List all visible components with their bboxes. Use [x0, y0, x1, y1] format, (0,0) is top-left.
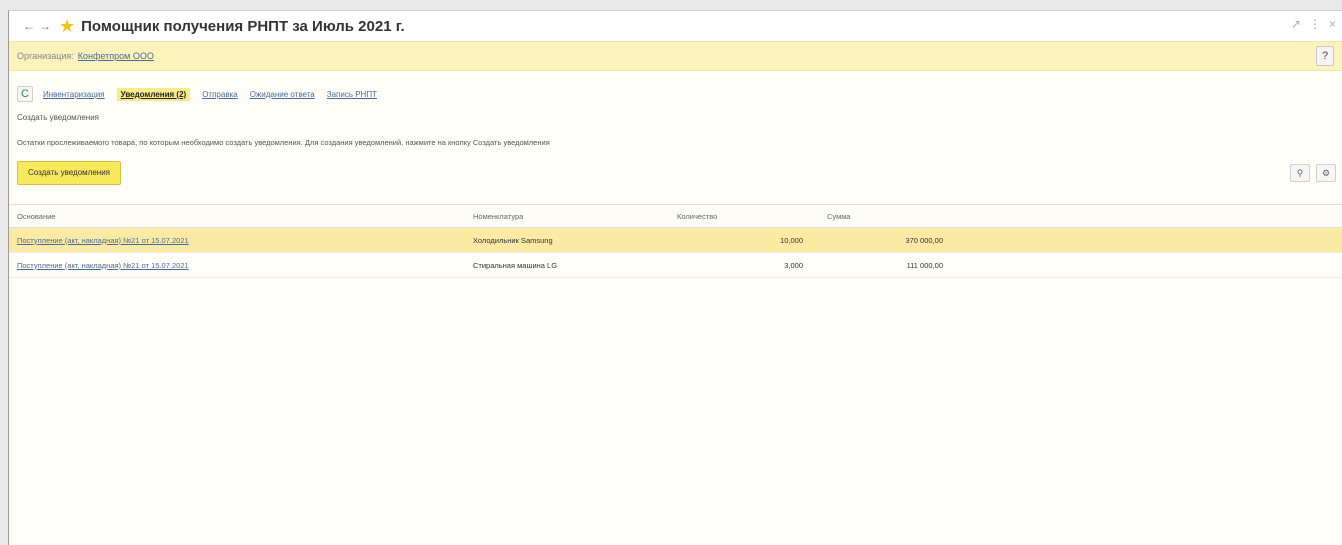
toolbar-icons: ⚲ ⚙ — [1290, 164, 1336, 182]
toolbar: Создать уведомления ⚲ ⚙ — [9, 161, 1342, 187]
basis-document-link[interactable]: Поступление (акт, накладная) №21 от 15.0… — [17, 261, 189, 270]
item-cell: Стиральная машина LG — [473, 260, 558, 270]
title-bar: ← → ★ Помощник получения РНПТ за Июль 20… — [9, 11, 1342, 41]
table-row[interactable]: Поступление (акт, накладная) №21 от 15.0… — [9, 228, 1342, 253]
item-cell: Холодильник Samsung — [473, 235, 553, 245]
tab-inventory[interactable]: Инвентаризация — [43, 90, 105, 99]
link-icon[interactable]: ↗ — [1291, 17, 1301, 31]
favorite-star-icon[interactable]: ★ — [59, 17, 75, 35]
organization-label: Организация: — [17, 51, 74, 61]
organization-bar: Организация: Конфетпром ООО ? — [9, 41, 1342, 71]
tab-awaiting-response[interactable]: Ожидание ответа — [250, 90, 315, 99]
window-title: Помощник получения РНПТ за Июль 2021 г. — [81, 17, 405, 35]
settings-icon[interactable]: ⚙ — [1316, 164, 1336, 182]
tab-record-rnpt[interactable]: Запись РНПТ — [327, 90, 377, 99]
main-window: ← → ★ Помощник получения РНПТ за Июль 20… — [8, 10, 1342, 545]
quantity-cell: 10,000 — [780, 235, 803, 245]
close-icon[interactable]: × — [1329, 17, 1336, 31]
help-button[interactable]: ? — [1316, 46, 1334, 66]
section-heading: Создать уведомления — [17, 113, 100, 122]
refresh-icon[interactable]: C — [17, 86, 33, 102]
more-icon[interactable]: ⋮ — [1309, 17, 1321, 31]
column-header-sum[interactable]: Сумма — [817, 212, 947, 221]
forward-arrow-icon[interactable]: → — [37, 19, 53, 33]
create-notifications-button[interactable]: Создать уведомления — [17, 161, 122, 185]
search-icon[interactable]: ⚲ — [1290, 164, 1310, 182]
tab-sending[interactable]: Отправка — [202, 90, 238, 99]
basis-document-link[interactable]: Поступление (акт, накладная) №21 от 15.0… — [17, 236, 189, 245]
section-description: Остатки прослеживаемого товара, по котор… — [17, 138, 550, 147]
organization-link[interactable]: Конфетпром ООО — [78, 51, 154, 61]
tab-notifications[interactable]: Уведомления (2) — [116, 87, 191, 101]
notifications-table: Основание Номенклатура Количество Сумма … — [9, 204, 1342, 278]
table-row[interactable]: Поступление (акт, накладная) №21 от 15.0… — [9, 253, 1342, 278]
quantity-cell: 3,000 — [784, 260, 803, 270]
column-header-item[interactable]: Номенклатура — [467, 212, 663, 221]
step-tabs: C Инвентаризация Уведомления (2) Отправк… — [9, 83, 1342, 105]
column-header-basis[interactable]: Основание — [9, 212, 467, 221]
back-arrow-icon[interactable]: ← — [21, 19, 37, 33]
window-controls: ↗ ⋮ × — [1291, 17, 1336, 31]
column-header-quantity[interactable]: Количество — [663, 212, 817, 221]
table-header: Основание Номенклатура Количество Сумма — [9, 204, 1342, 228]
sum-cell: 370 000,00 — [905, 235, 943, 245]
sum-cell: 111 000,00 — [906, 260, 943, 270]
